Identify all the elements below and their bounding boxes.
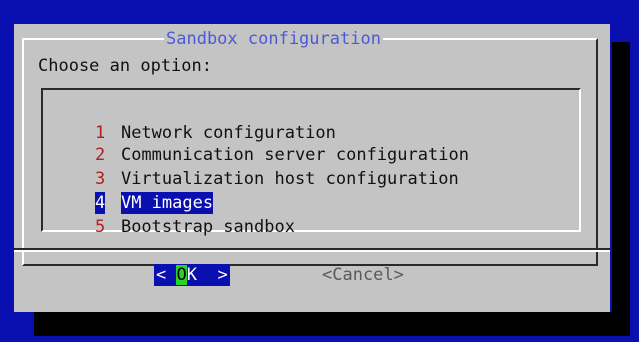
dialog-shadow-right bbox=[612, 42, 630, 336]
ok-button-hotkey: O bbox=[176, 265, 187, 285]
sandbox-config-dialog: Sandbox configuration Choose an option: … bbox=[14, 24, 610, 312]
menu-item-label: Bootstrap sandbox bbox=[120, 217, 295, 237]
dialog-title: Sandbox configuration bbox=[164, 29, 383, 49]
menu-item-virtualization-host-configuration[interactable]: 3 Virtualization host configuration bbox=[54, 146, 459, 189]
ok-button-left: < bbox=[156, 265, 177, 285]
ok-button-rest: K > bbox=[186, 265, 228, 285]
dialog-shadow-bottom bbox=[34, 312, 630, 336]
ok-button[interactable]: < OK > bbox=[154, 264, 230, 286]
dialog-prompt: Choose an option: bbox=[38, 56, 212, 76]
menu-item-communication-server-configuration[interactable]: 2 Communication server configuration bbox=[54, 122, 469, 165]
menu-item-tag: 5 bbox=[94, 217, 106, 237]
menu-item-bootstrap-sandbox[interactable]: 5 Bootstrap sandbox bbox=[54, 194, 295, 237]
menu-item-network-configuration[interactable]: 1 Network configuration bbox=[54, 100, 336, 143]
cancel-button[interactable]: <Cancel> bbox=[322, 264, 404, 286]
menu-item-vm-images[interactable]: 4 VM images bbox=[54, 170, 214, 214]
button-bar-divider bbox=[14, 250, 610, 252]
